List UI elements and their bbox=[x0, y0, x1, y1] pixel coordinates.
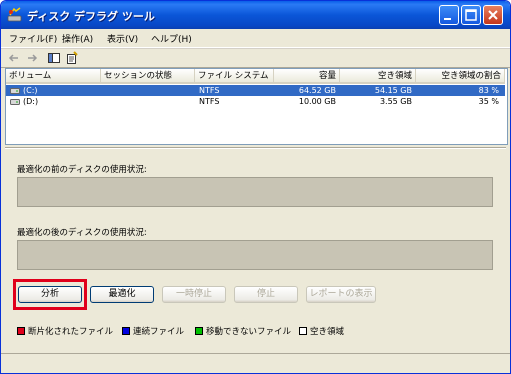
forward-arrow-icon[interactable] bbox=[25, 51, 39, 65]
capacity: 10.00 GB bbox=[298, 97, 336, 106]
menu-bar: ファイル(F) 操作(A) 表示(V) ヘルプ(H) bbox=[1, 29, 510, 48]
maximize-icon bbox=[465, 9, 477, 21]
capacity: 64.52 GB bbox=[298, 86, 336, 95]
close-icon bbox=[488, 10, 498, 20]
legend-fragmented: 断片化されたファイル bbox=[17, 327, 113, 337]
maximize-button[interactable] bbox=[461, 5, 481, 25]
legend-swatch bbox=[299, 327, 307, 335]
free-percent: 83 % bbox=[478, 86, 499, 95]
column-header-free-percent[interactable]: 空き領域の割合 bbox=[416, 69, 505, 84]
before-usage-label: 最適化の前のディスクの使用状況: bbox=[17, 165, 147, 175]
before-usage-bar bbox=[17, 177, 493, 207]
after-usage-label: 最適化の後のディスクの使用状況: bbox=[17, 228, 147, 238]
show-hide-console-tree-icon[interactable] bbox=[47, 51, 61, 65]
free-space: 3.55 GB bbox=[379, 97, 412, 106]
defrag-window: ディスク デフラグ ツール ファイル(F) 操作(A) 表示(V) ヘルプ(H)… bbox=[0, 0, 511, 374]
volume-list[interactable]: ボリューム セッションの状態 ファイル システム 容量 空き領域 空き領域の割合… bbox=[5, 68, 508, 145]
volume-name: (D:) bbox=[23, 97, 39, 106]
menu-file[interactable]: ファイル(F) bbox=[9, 32, 57, 45]
file-system: NTFS bbox=[199, 97, 220, 106]
defrag-app-icon bbox=[7, 7, 22, 22]
legend-label: 空き領域 bbox=[310, 327, 345, 337]
legend-unmovable: 移動できないファイル bbox=[195, 327, 291, 337]
legend-swatch bbox=[122, 327, 130, 335]
legend-swatch bbox=[17, 327, 25, 335]
view-report-button[interactable]: レポートの表示 bbox=[306, 286, 376, 303]
divider bbox=[5, 147, 506, 149]
menu-view[interactable]: 表示(V) bbox=[107, 32, 138, 45]
toolbar bbox=[1, 48, 510, 68]
analyze-button[interactable]: 分析 bbox=[18, 286, 82, 303]
column-header-capacity[interactable]: 容量 bbox=[274, 69, 340, 84]
menu-help[interactable]: ヘルプ(H) bbox=[151, 32, 192, 45]
free-space: 54.15 GB bbox=[374, 86, 412, 95]
volume-row-c[interactable]: (C:) NTFS 64.52 GB 54.15 GB 83 % bbox=[6, 85, 505, 96]
close-button[interactable] bbox=[483, 5, 503, 25]
volume-row-d[interactable]: (D:) NTFS 10.00 GB 3.55 GB 35 % bbox=[6, 96, 505, 107]
legend-label: 連続ファイル bbox=[133, 327, 185, 337]
column-header-volume[interactable]: ボリューム bbox=[6, 69, 101, 84]
title-bar[interactable]: ディスク デフラグ ツール bbox=[1, 1, 510, 29]
legend-label: 断片化されたファイル bbox=[28, 327, 114, 337]
column-header-free-space[interactable]: 空き領域 bbox=[340, 69, 416, 84]
window-title: ディスク デフラグ ツール bbox=[27, 10, 155, 23]
volume-name: (C:) bbox=[23, 86, 38, 95]
minimize-button[interactable] bbox=[439, 5, 459, 25]
file-system: NTFS bbox=[199, 86, 220, 95]
menu-action[interactable]: 操作(A) bbox=[62, 32, 93, 45]
stop-button[interactable]: 停止 bbox=[234, 286, 298, 303]
hard-drive-icon bbox=[10, 88, 20, 94]
properties-icon[interactable] bbox=[65, 51, 79, 65]
legend-contiguous: 連続ファイル bbox=[122, 327, 184, 337]
minimize-icon bbox=[444, 18, 451, 20]
pause-button[interactable]: 一時停止 bbox=[162, 286, 226, 303]
free-percent: 35 % bbox=[478, 97, 499, 106]
defragment-button[interactable]: 最適化 bbox=[90, 286, 154, 303]
back-arrow-icon[interactable] bbox=[7, 51, 21, 65]
column-header-file-system[interactable]: ファイル システム bbox=[195, 69, 274, 84]
legend-swatch bbox=[195, 327, 203, 335]
after-usage-bar bbox=[17, 240, 493, 270]
column-header-session-status[interactable]: セッションの状態 bbox=[101, 69, 195, 84]
hard-drive-icon bbox=[10, 99, 20, 105]
legend-label: 移動できないファイル bbox=[206, 327, 292, 337]
status-bar bbox=[1, 353, 510, 373]
legend-free-space: 空き領域 bbox=[299, 327, 344, 337]
